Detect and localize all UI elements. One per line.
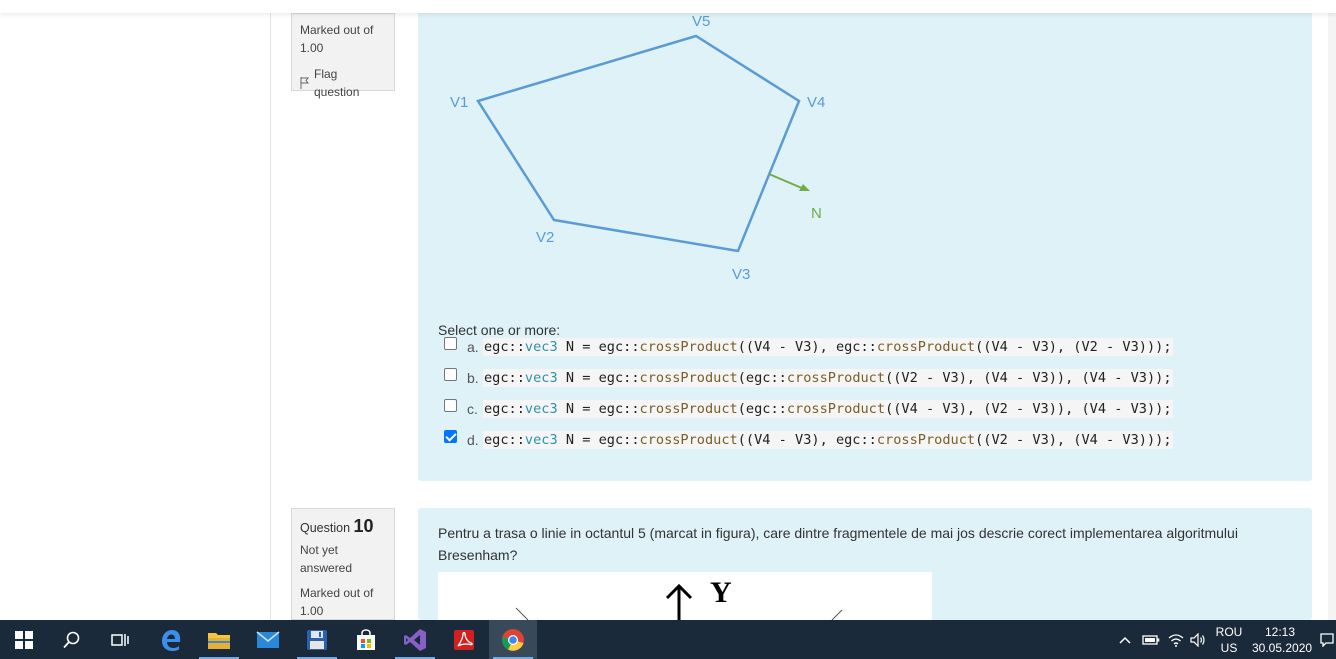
question-number: Question 10 (300, 516, 374, 536)
acrobat-button[interactable] (440, 620, 488, 659)
visual-studio-button[interactable] (391, 620, 439, 659)
label-v3: V3 (732, 266, 750, 283)
answer-list: a. egc::vec3 N = egc::crossProduct((V4 -… (444, 331, 1173, 455)
answer-c-checkbox[interactable] (444, 398, 457, 412)
answer-a-letter: a. (467, 338, 479, 355)
store-button[interactable] (342, 620, 390, 659)
start-button[interactable] (0, 620, 48, 659)
clock-date: 30.05.2020 (1252, 641, 1313, 655)
marked-out-of-label: Marked out of (300, 586, 374, 600)
normal-arrow-line (768, 173, 805, 190)
search-button[interactable] (48, 620, 96, 659)
folder-icon (208, 632, 230, 649)
chevron-up-icon[interactable] (1118, 635, 1132, 645)
search-icon (63, 631, 80, 648)
question-9-info: Marked out of 1.00 Flag question (291, 13, 395, 99)
pentagon-shape (476, 34, 801, 253)
visual-studio-icon (404, 628, 426, 651)
page-divider (270, 0, 271, 620)
mail-icon (256, 630, 280, 648)
edge-icon (162, 629, 181, 651)
question-10-info: Question 10 Not yet answered Marked out … (291, 508, 395, 620)
answer-b-checkbox[interactable] (444, 367, 457, 381)
flag-question-label: Flag question (314, 67, 360, 99)
clock-time: 12:13 (1264, 625, 1296, 639)
label-v5: V5 (692, 13, 710, 30)
marked-out-of-value: 1.00 (300, 604, 324, 618)
answer-d-checkbox[interactable] (444, 429, 457, 443)
answer-a[interactable]: a. egc::vec3 N = egc::crossProduct((V4 -… (444, 331, 1173, 362)
marked-out-of-value: 1.00 (300, 41, 324, 55)
octant-figure-svg: Y (515, 576, 843, 620)
label-v1: V1 (450, 94, 468, 111)
marked-out-of-label: Marked out of (300, 23, 374, 37)
label-n: N (811, 205, 822, 222)
answer-b-code: egc::vec3 N = egc::crossProduct(egc::cro… (483, 368, 1173, 387)
file-explorer-button[interactable] (195, 620, 243, 659)
save-app-button[interactable] (293, 620, 341, 659)
chrome-button[interactable] (489, 620, 537, 659)
windows-taskbar: ROU US 12:13 30.05.2020 (0, 620, 1336, 659)
chrome-icon (502, 628, 524, 651)
answer-c[interactable]: c. egc::vec3 N = egc::crossProduct(egc::… (444, 393, 1173, 424)
octant-figure: Y (438, 572, 932, 620)
scrollbar[interactable] (1328, 0, 1336, 620)
question-10-text: Pentru a trasa o linie in octantul 5 (ma… (438, 525, 1238, 563)
battery-icon[interactable] (1142, 634, 1160, 646)
answer-d-code: egc::vec3 N = egc::crossProduct((V4 - V3… (483, 430, 1173, 449)
shopping-bag-icon (357, 628, 375, 650)
clock[interactable]: 12:13 30.05.2020 (1252, 624, 1313, 656)
pdf-icon (454, 629, 474, 650)
answer-c-code: egc::vec3 N = egc::crossProduct(egc::cro… (483, 399, 1173, 418)
floppy-disk-icon (307, 629, 327, 650)
question-status: Not yet answered (300, 543, 353, 575)
input-language[interactable]: ROU US (1215, 624, 1243, 656)
windows-icon (15, 630, 33, 649)
answer-d[interactable]: d. egc::vec3 N = egc::crossProduct((V4 -… (444, 424, 1173, 455)
flag-question-link[interactable]: Flag question (300, 65, 386, 101)
edge-browser-button[interactable] (147, 620, 195, 659)
y-axis-label: Y (710, 576, 732, 609)
answer-a-code: egc::vec3 N = egc::crossProduct((V4 - V3… (483, 337, 1173, 356)
answer-b[interactable]: b. egc::vec3 N = egc::crossProduct(egc::… (444, 362, 1173, 393)
label-v2: V2 (536, 229, 554, 246)
flag-icon (300, 77, 310, 89)
notification-icon (1320, 632, 1334, 647)
wifi-icon[interactable] (1168, 633, 1184, 647)
answer-a-checkbox[interactable] (444, 336, 457, 350)
label-v4: V4 (807, 94, 825, 111)
volume-icon[interactable] (1190, 632, 1206, 647)
mail-button[interactable] (244, 620, 292, 659)
question-9-content: V5 V1 V4 V2 V3 N Select one or more: a. … (418, 0, 1312, 481)
notifications-button[interactable] (1318, 620, 1336, 659)
question-10-content: Pentru a trasa o linie in octantul 5 (ma… (418, 508, 1312, 620)
answer-d-letter: d. (467, 431, 479, 448)
answer-b-letter: b. (467, 369, 479, 386)
answer-c-letter: c. (467, 400, 478, 417)
system-tray (1118, 620, 1206, 659)
pentagon-figure: V5 V1 V4 V2 V3 N (450, 13, 825, 283)
browser-top-edge (0, 0, 1336, 13)
task-view-button[interactable] (96, 620, 144, 659)
task-view-icon (111, 633, 129, 646)
